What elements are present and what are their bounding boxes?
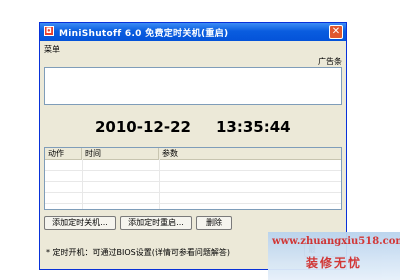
column-divider: [159, 159, 160, 209]
menu-bar-item[interactable]: 菜单: [44, 44, 60, 55]
app-icon[interactable]: ◘: [44, 26, 54, 36]
row-divider: [45, 170, 341, 171]
row-divider: [45, 181, 341, 182]
close-icon: ✕: [331, 26, 341, 37]
column-header-params[interactable]: 参数: [159, 148, 341, 159]
ad-panel: [44, 67, 342, 105]
task-table[interactable]: 动作 时间 参数: [44, 147, 342, 210]
table-header: 动作 时间 参数: [45, 148, 341, 160]
watermark-name: 装修无忧: [306, 256, 363, 270]
bios-note: * 定时开机：可通过BIOS设置(详情可参看问题解答): [46, 248, 231, 257]
watermark: www.zhuangxiu518.com 装修无忧: [268, 232, 400, 280]
add-shutdown-button[interactable]: 添加定时关机...: [44, 216, 116, 230]
title-bar[interactable]: ◘ MiniShutoff 6.0 免费定时关机(重启) ✕: [40, 23, 346, 41]
current-date: 2010-12-22: [95, 118, 191, 136]
column-header-time[interactable]: 时间: [82, 148, 159, 159]
watermark-url: www.zhuangxiu518.com: [272, 236, 400, 247]
column-divider: [82, 159, 83, 209]
column-header-action[interactable]: 动作: [45, 148, 82, 159]
ad-label: 广告条: [318, 57, 342, 66]
close-button[interactable]: ✕: [329, 25, 343, 39]
delete-button[interactable]: 删除: [196, 216, 232, 230]
current-time: 13:35:44: [216, 118, 291, 136]
row-divider: [45, 192, 341, 193]
window-title: MiniShutoff 6.0 免费定时关机(重启): [59, 29, 229, 39]
row-divider: [45, 203, 341, 204]
add-restart-button[interactable]: 添加定时重启...: [120, 216, 192, 230]
